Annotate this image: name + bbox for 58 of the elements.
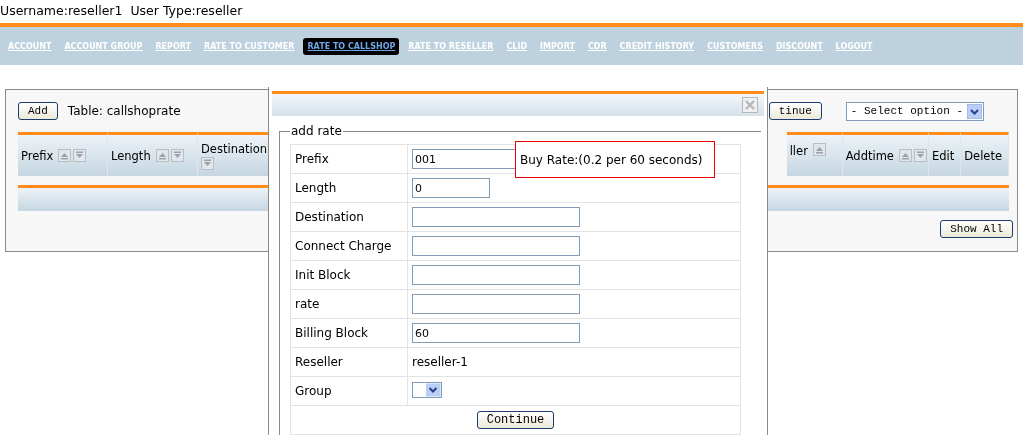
sort-up-icon[interactable] bbox=[812, 143, 826, 156]
nav-link[interactable]: RATE TO RESELLER bbox=[404, 37, 498, 55]
nav-link[interactable]: ACCOUNT GROUP bbox=[60, 37, 147, 55]
column-label: Destination bbox=[201, 141, 267, 156]
field-label: Length bbox=[290, 173, 408, 203]
nav-link[interactable]: LOGOUT bbox=[831, 37, 877, 55]
input-field[interactable]: 60 bbox=[412, 323, 580, 343]
column-label: Addtime bbox=[845, 148, 894, 163]
nav-link[interactable]: DISCOUNT bbox=[771, 37, 827, 55]
close-icon[interactable] bbox=[742, 97, 758, 113]
input-field[interactable]: 0 bbox=[412, 178, 490, 198]
nav-link[interactable]: ACCOUNT bbox=[4, 37, 56, 55]
field-label: Init Block bbox=[290, 260, 408, 290]
sort-up-icon[interactable] bbox=[898, 149, 912, 162]
column-label: Length bbox=[111, 148, 151, 163]
nav-link[interactable]: RATE TO CALLSHOP bbox=[303, 37, 400, 55]
nav-link[interactable]: CLID bbox=[502, 37, 532, 55]
continue-button[interactable]: tinue bbox=[768, 102, 822, 120]
continue-button[interactable]: Continue bbox=[476, 411, 555, 429]
field-label: Reseller bbox=[290, 347, 408, 377]
show-all-button[interactable]: Show All bbox=[940, 220, 1013, 238]
sort-down-icon[interactable] bbox=[201, 156, 214, 170]
input-field[interactable]: 001 bbox=[412, 149, 518, 169]
input-field[interactable] bbox=[412, 236, 580, 256]
group-select[interactable] bbox=[412, 381, 442, 398]
sort-down-icon[interactable] bbox=[170, 149, 184, 162]
field-label: Prefix bbox=[290, 144, 408, 174]
nav-link[interactable]: REPORT bbox=[151, 37, 195, 55]
field-label: rate bbox=[290, 289, 408, 319]
column-label: Delete bbox=[964, 148, 1002, 163]
user-info-text: Username:reseller1 bbox=[0, 3, 123, 18]
nav-link[interactable]: CDR bbox=[583, 37, 611, 55]
column-label: Edit bbox=[931, 148, 955, 163]
nav-link[interactable]: CREDIT HISTORY bbox=[615, 37, 699, 55]
add-button[interactable]: Add bbox=[18, 102, 58, 120]
field-label: Billing Block bbox=[290, 318, 408, 348]
column-label: ller bbox=[789, 144, 808, 158]
input-field[interactable] bbox=[412, 207, 580, 227]
sort-down-icon[interactable] bbox=[73, 149, 87, 162]
sort-up-icon[interactable] bbox=[155, 149, 169, 162]
input-field[interactable] bbox=[412, 265, 580, 285]
input-field[interactable] bbox=[412, 294, 580, 314]
field-label: Destination bbox=[290, 202, 408, 232]
sort-up-icon[interactable] bbox=[58, 149, 72, 162]
nav-link[interactable]: CUSTOMERS bbox=[703, 37, 767, 55]
table-title: Table: callshoprate bbox=[67, 104, 181, 118]
buy-rate-tooltip: Buy Rate:(0.2 per 60 seconds) bbox=[515, 141, 715, 178]
field-label: Group bbox=[290, 376, 408, 406]
nav-link[interactable]: IMPORT bbox=[536, 37, 579, 55]
field-value: reseller-1 bbox=[412, 355, 468, 369]
option-select[interactable]: - Select option - bbox=[845, 101, 984, 121]
user-info-text: User Type:reseller bbox=[130, 3, 243, 18]
column-label: Prefix bbox=[21, 148, 54, 163]
nav-link[interactable]: RATE TO CUSTOMER bbox=[200, 37, 299, 55]
sort-down-icon[interactable] bbox=[913, 149, 927, 162]
field-label: Connect Charge bbox=[290, 231, 408, 261]
dropdown-arrow-icon bbox=[967, 103, 982, 119]
form-legend: add rate bbox=[290, 124, 343, 138]
